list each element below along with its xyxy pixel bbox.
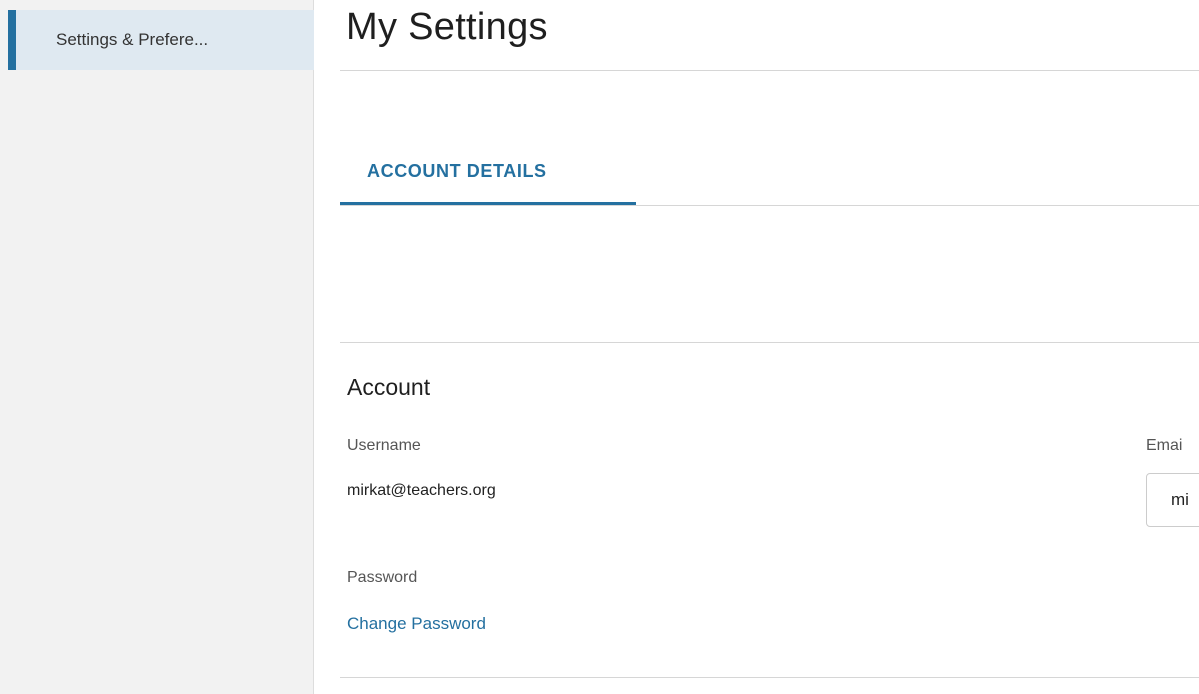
username-label: Username (347, 437, 421, 454)
email-input[interactable] (1146, 473, 1199, 527)
change-password-link[interactable]: Change Password (347, 614, 486, 634)
sidebar-item-settings-preferences[interactable]: Settings & Prefere... (8, 10, 314, 70)
username-value: mirkat@teachers.org (347, 482, 496, 499)
tab-account-details[interactable]: ACCOUNT DETAILS (340, 140, 636, 205)
sidebar-item-label: Settings & Prefere... (56, 30, 209, 49)
password-label: Password (347, 569, 418, 586)
email-label: Emai (1146, 437, 1183, 454)
tab-bar: ACCOUNT DETAILS (340, 140, 1199, 206)
account-section-title: Account (347, 374, 431, 400)
page-title: My Settings (346, 6, 548, 48)
title-divider (340, 70, 1199, 71)
bottom-divider (340, 677, 1199, 678)
sidebar: Settings & Prefere... (0, 0, 314, 694)
tab-label: ACCOUNT DETAILS (367, 160, 547, 181)
section-divider (340, 342, 1199, 343)
